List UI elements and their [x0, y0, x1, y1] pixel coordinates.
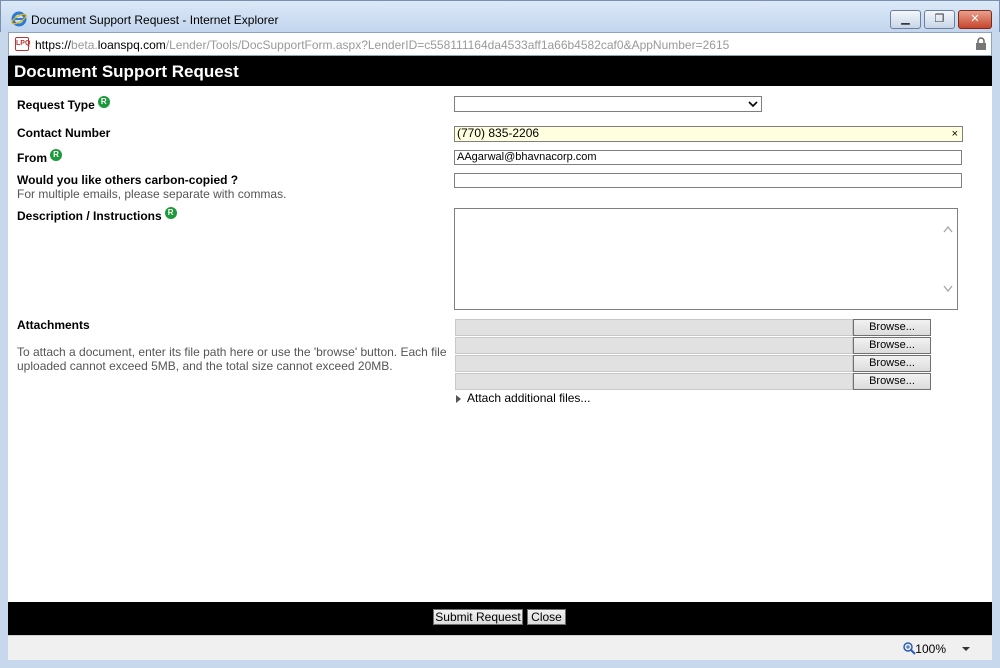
required-icon: R	[164, 207, 177, 219]
required-icon: R	[50, 149, 62, 161]
contact-number-label: Contact Number	[17, 126, 111, 140]
cc-label: Would you like others carbon-copied ?	[17, 173, 239, 187]
minimize-button[interactable]: ▁	[890, 10, 921, 29]
file-upload-row: Browse...	[455, 337, 932, 354]
cc-hint: For multiple emails, please separate wit…	[17, 187, 287, 201]
attach-additional-files-text: Attach additional files...	[467, 391, 591, 405]
url-text[interactable]: https://beta.loanspq.com/Lender/Tools/Do…	[35, 38, 729, 52]
description-textarea[interactable]	[454, 208, 958, 310]
contact-number-input[interactable]: (770) 835-2206 ×	[454, 126, 963, 142]
attachments-label: Attachments	[17, 318, 90, 332]
window-title: Document Support Request - Internet Expl…	[31, 13, 279, 27]
file-upload-row: Browse...	[455, 355, 932, 372]
address-bar[interactable]: LPQ https://beta.loanspq.com/Lender/Tool…	[8, 32, 992, 56]
file-path-input[interactable]	[455, 319, 853, 336]
lock-icon[interactable]	[975, 37, 987, 51]
internet-explorer-icon	[11, 11, 27, 27]
file-path-input[interactable]	[455, 355, 853, 372]
window-titlebar: Document Support Request - Internet Expl…	[0, 0, 1000, 32]
cc-email-input[interactable]	[454, 173, 962, 188]
url-path: /Lender/Tools/DocSupportForm.aspx?Lender…	[165, 38, 730, 52]
file-upload-row: Browse...	[455, 319, 932, 336]
scroll-down-icon[interactable]	[943, 285, 953, 293]
scroll-up-icon[interactable]	[943, 225, 953, 233]
window-border-right	[992, 32, 1000, 668]
file-path-input[interactable]	[455, 373, 853, 390]
url-domain: loanspq.com	[97, 38, 166, 52]
url-subdomain: beta.	[71, 38, 98, 52]
description-label-text: Description / Instructions	[17, 209, 162, 223]
site-favicon-icon: LPQ	[15, 37, 30, 51]
close-window-button[interactable]: ✕	[958, 10, 992, 29]
attach-additional-files-link[interactable]: Attach additional files...	[456, 391, 590, 405]
chevron-down-icon	[748, 101, 758, 108]
chevron-down-icon[interactable]	[962, 647, 970, 651]
url-scheme: https://	[35, 38, 72, 52]
request-type-select[interactable]	[454, 96, 762, 112]
window-border-bottom	[0, 660, 1000, 668]
request-type-label-text: Request Type	[17, 98, 95, 112]
browse-button[interactable]: Browse...	[853, 319, 931, 336]
form-footer: Submit Request Close	[8, 602, 992, 635]
from-email-input[interactable]: AAgarwal@bhavnacorp.com	[454, 150, 962, 165]
zoom-level[interactable]: 100%	[915, 642, 946, 656]
expand-triangle-icon	[456, 394, 461, 403]
status-bar: 100%	[8, 635, 992, 660]
file-upload-row: Browse...	[455, 373, 932, 390]
from-label-text: From	[17, 151, 47, 165]
close-button[interactable]: Close	[527, 609, 566, 625]
from-label: From R	[17, 149, 62, 165]
request-type-label: Request Type R	[17, 96, 110, 112]
required-icon: R	[97, 96, 110, 108]
submit-request-button[interactable]: Submit Request	[433, 609, 523, 625]
description-label: Description / Instructions R	[17, 207, 177, 223]
clear-icon[interactable]: ×	[952, 128, 958, 140]
browse-button[interactable]: Browse...	[853, 355, 931, 372]
form-content: Request Type R Contact Number (770) 835-2…	[8, 86, 992, 602]
attachments-hint: To attach a document, enter its file pat…	[17, 345, 447, 373]
zoom-icon[interactable]	[902, 641, 916, 655]
maximize-button[interactable]: ❐	[924, 10, 955, 29]
browse-button[interactable]: Browse...	[853, 373, 931, 390]
page-title: Document Support Request	[14, 62, 239, 81]
page-header: Document Support Request	[8, 56, 992, 86]
contact-number-value: (770) 835-2206	[457, 126, 540, 140]
window-border-left	[0, 32, 8, 668]
file-path-input[interactable]	[455, 337, 853, 354]
browse-button[interactable]: Browse...	[853, 337, 931, 354]
